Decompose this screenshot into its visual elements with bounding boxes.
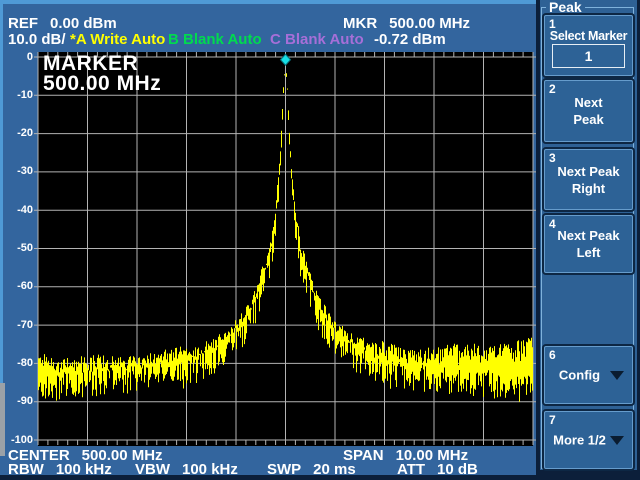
vbw-label: VBW [135,461,170,478]
ref-level-readout: REF 0.00 dBm [8,15,117,32]
marker-annotation-title: MARKER [43,52,139,75]
mkr-freq-value: 500.00 MHz [389,15,471,32]
marker-readout: MKR 500.00 MHz [343,15,470,32]
dropdown-arrow-icon [610,371,624,380]
y-axis-label: -70 [17,318,33,331]
marker-number-box[interactable]: 1 [552,44,625,68]
softkey-number: 6 [549,348,556,362]
bezel-top-border [0,0,536,4]
vbw-readout: VBW 100 kHz [135,461,238,478]
softkey-label: Next Peak Left [557,228,620,260]
trace-a-status: *A Write Auto [70,31,166,48]
dropdown-arrow-icon [610,436,624,445]
mkr-label: MKR [343,15,378,32]
y-axis-label: -50 [17,242,33,254]
att-value: 10 dB [437,461,478,478]
marker-annotation-freq: 500.00 MHz [43,72,162,95]
softkey-next-peak[interactable]: 2 Next Peak [544,80,633,142]
trace-svg [34,52,537,445]
y-axis-label: -20 [17,127,33,140]
y-axis-label: -30 [17,165,33,178]
softkey-label: Next Peak [573,95,604,127]
vbw-value: 100 kHz [182,461,238,478]
y-axis-label: -80 [17,356,33,369]
softkey-menu-title: Peak [546,0,585,15]
softkey-more[interactable]: 7 More 1/2 [544,411,633,469]
swp-label: SWP [267,461,302,478]
scale-readout: 10.0 dB/ [8,31,66,48]
softkey-select-marker[interactable]: 1 Select Marker 1 [544,15,633,76]
softkey-number: 7 [549,413,556,427]
att-label: ATT [397,461,426,478]
plot-area: MARKER 500.00 MHz [34,52,537,446]
softkey-next-peak-right[interactable]: 3 Next Peak Right [544,149,633,210]
marker-annotation: MARKER 500.00 MHz [43,52,162,95]
softkey-config[interactable]: 6 Config [544,346,633,404]
attenuation-readout: ATT 10 dB [397,461,478,478]
trace-c-status: C Blank Auto [270,31,364,48]
bezel-left-border [0,0,3,383]
display-area: REF 0.00 dBm MKR 500.00 MHz 10.0 dB/ *A Wr… [0,0,537,478]
bezel-left-gray-strip [0,383,5,456]
rbw-readout: RBW 100 kHz [8,461,112,478]
trace-b-status: B Blank Auto [168,31,262,48]
y-axis-label: -40 [17,203,33,216]
softkey-next-peak-left[interactable]: 4 Next Peak Left [544,215,633,273]
sweep-time-readout: SWP 20 ms [267,461,356,478]
rbw-value: 100 kHz [55,461,112,478]
marker-diamond-icon [279,53,292,67]
ref-label: REF [8,15,38,32]
swp-value: 20 ms [313,461,356,478]
spectrum-analyzer-screen: REF 0.00 dBm MKR 500.00 MHz 10.0 dB/ *A Wr… [0,0,640,480]
y-axis-label: -60 [17,280,33,293]
mkr-amplitude-value: -0.72 dBm [374,31,446,48]
softkey-label: Select Marker [549,29,628,43]
y-axis-label: 0 [26,50,33,63]
y-axis-label: -10 [17,88,33,101]
rbw-label: RBW [8,461,44,478]
ref-value: 0.00 dBm [50,15,117,32]
softkey-label: Next Peak Right [557,163,620,196]
